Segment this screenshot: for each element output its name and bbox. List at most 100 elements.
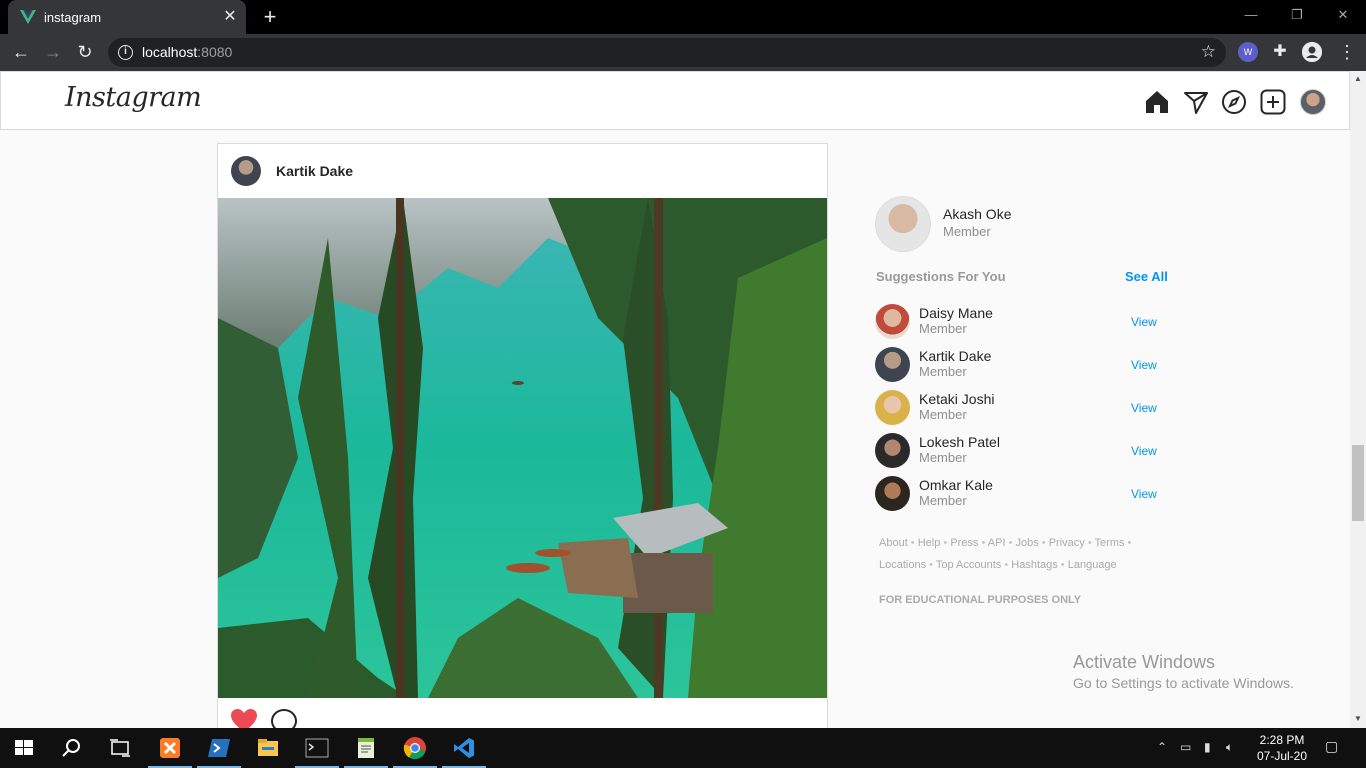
folder-icon	[258, 739, 278, 756]
view-link[interactable]: View	[1131, 358, 1157, 372]
volume-icon[interactable]: 🔈︎	[1226, 740, 1233, 755]
current-user-avatar[interactable]	[875, 196, 931, 252]
suggestion-avatar[interactable]	[875, 390, 910, 425]
system-clock[interactable]: 2:28 PM 07-Jul-20	[1250, 732, 1314, 764]
suggestion-avatar[interactable]	[875, 433, 910, 468]
network-icon[interactable]: ▭	[1180, 740, 1191, 754]
current-user-name[interactable]: Akash Oke	[943, 206, 1011, 222]
footer-link[interactable]: Locations	[879, 559, 926, 571]
start-button[interactable]	[0, 728, 48, 768]
suggestion-role: Member	[919, 364, 967, 379]
current-user-role: Member	[943, 224, 991, 239]
suggestion-avatar[interactable]	[875, 476, 910, 511]
footer-link[interactable]: API	[988, 537, 1006, 549]
footer-link[interactable]: Terms	[1095, 537, 1125, 549]
minimize-icon[interactable]: —	[1228, 4, 1274, 28]
post-author-name[interactable]: Kartik Dake	[276, 163, 353, 179]
suggestion-item: Ketaki Joshi Member View	[875, 389, 1175, 427]
terminal-icon	[305, 738, 329, 758]
scrollbar-thumb[interactable]	[1352, 445, 1364, 521]
heart-icon[interactable]	[230, 708, 258, 728]
terminal-app[interactable]	[293, 728, 341, 768]
notifications-icon[interactable]: ▢	[1325, 738, 1338, 755]
view-link[interactable]: View	[1131, 487, 1157, 501]
see-all-link[interactable]: See All	[1125, 269, 1168, 284]
extension-icon[interactable]: W	[1238, 42, 1258, 62]
new-post-icon[interactable]	[1260, 89, 1286, 115]
suggestion-name[interactable]: Daisy Mane	[919, 305, 993, 321]
footer-link[interactable]: About	[879, 537, 908, 549]
footer-link[interactable]: Press	[950, 537, 978, 549]
home-icon[interactable]	[1144, 89, 1170, 115]
watermark-subtitle: Go to Settings to activate Windows.	[1073, 675, 1294, 691]
post-actions	[218, 700, 827, 728]
site-info-icon[interactable]: i	[118, 45, 133, 60]
task-view-icon	[110, 739, 130, 757]
vscode-icon	[454, 738, 474, 758]
powershell-app[interactable]	[195, 728, 243, 768]
footer-link[interactable]: Top Accounts	[936, 559, 1001, 571]
footer-link[interactable]: Language	[1068, 559, 1117, 571]
suggestion-avatar[interactable]	[875, 304, 910, 339]
bookmark-star-icon[interactable]: ☆	[1201, 42, 1216, 62]
post-author-avatar[interactable]	[231, 156, 261, 186]
tab-title: instagram	[44, 10, 102, 25]
post-header: Kartik Dake	[218, 144, 827, 198]
lake-landscape-image	[218, 198, 827, 698]
url-host: localhost	[142, 44, 198, 60]
view-link[interactable]: View	[1131, 401, 1157, 415]
browser-tab[interactable]: instagram ✕	[8, 0, 246, 34]
educational-notice: FOR EDUCATIONAL PURPOSES ONLY	[879, 594, 1082, 606]
address-bar[interactable]: i localhost:8080 ☆	[108, 38, 1226, 67]
account-icon[interactable]	[1302, 42, 1322, 62]
post-card: Kartik Dake	[217, 143, 828, 728]
direct-icon[interactable]	[1183, 89, 1209, 115]
suggestion-item: Kartik Dake Member View	[875, 346, 1175, 384]
explore-icon[interactable]	[1221, 89, 1247, 115]
menu-dots-icon[interactable]: ⋮	[1334, 40, 1360, 66]
footer-link[interactable]: Privacy	[1049, 537, 1085, 549]
vscode-app[interactable]	[440, 728, 488, 768]
profile-avatar[interactable]	[1300, 89, 1326, 115]
windows-taskbar: ⌃ ▭ ▮ 🔈︎ 2:28 PM 07-Jul-20 ▢	[0, 728, 1366, 768]
xampp-app[interactable]	[146, 728, 194, 768]
suggestion-role: Member	[919, 450, 967, 465]
tray-overflow-icon[interactable]: ⌃	[1157, 740, 1167, 754]
back-icon[interactable]: ←	[8, 40, 34, 66]
footer-link[interactable]: Jobs	[1016, 537, 1039, 549]
search-button[interactable]	[48, 728, 96, 768]
forward-icon[interactable]: →	[40, 40, 66, 66]
view-link[interactable]: View	[1131, 315, 1157, 329]
file-explorer-app[interactable]	[244, 728, 292, 768]
url-port: :8080	[197, 44, 233, 60]
suggestion-avatar[interactable]	[875, 347, 910, 382]
restore-icon[interactable]: ❐	[1274, 4, 1320, 28]
new-tab-button[interactable]: +	[258, 6, 282, 30]
suggestion-name[interactable]: Ketaki Joshi	[919, 391, 994, 407]
window-close-icon[interactable]: ✕	[1320, 4, 1366, 28]
browser-tab-strip: instagram ✕ + — ❐ ✕	[0, 0, 1366, 34]
notepad-plus-app[interactable]	[342, 728, 390, 768]
footer-link[interactable]: Hashtags	[1011, 559, 1057, 571]
view-link[interactable]: View	[1131, 444, 1157, 458]
task-view-button[interactable]	[96, 728, 144, 768]
puzzle-icon[interactable]: ✚	[1270, 42, 1290, 62]
battery-icon[interactable]: ▮	[1204, 740, 1211, 754]
suggestion-name[interactable]: Omkar Kale	[919, 477, 993, 493]
suggestion-name[interactable]: Lokesh Patel	[919, 434, 1000, 450]
footer-links-row-2: Locations • Top Accounts • Hashtags • La…	[879, 559, 1117, 571]
page-scrollbar[interactable]: ▲ ▼	[1350, 71, 1366, 728]
comment-icon[interactable]	[270, 708, 298, 728]
close-tab-icon[interactable]: ✕	[220, 7, 240, 27]
scroll-down-icon[interactable]: ▼	[1354, 714, 1362, 723]
reload-icon[interactable]: ↻	[72, 40, 98, 66]
suggestion-item: Daisy Mane Member View	[875, 303, 1175, 341]
footer-link[interactable]: Help	[918, 537, 941, 549]
activate-windows-watermark: Activate Windows Go to Settings to activ…	[1073, 652, 1294, 691]
chrome-app[interactable]	[391, 728, 439, 768]
windows-logo-icon	[15, 740, 33, 755]
instagram-logo[interactable]: Instagram	[65, 82, 202, 113]
search-icon	[62, 739, 80, 757]
suggestion-name[interactable]: Kartik Dake	[919, 348, 991, 364]
scroll-up-icon[interactable]: ▲	[1354, 74, 1362, 83]
